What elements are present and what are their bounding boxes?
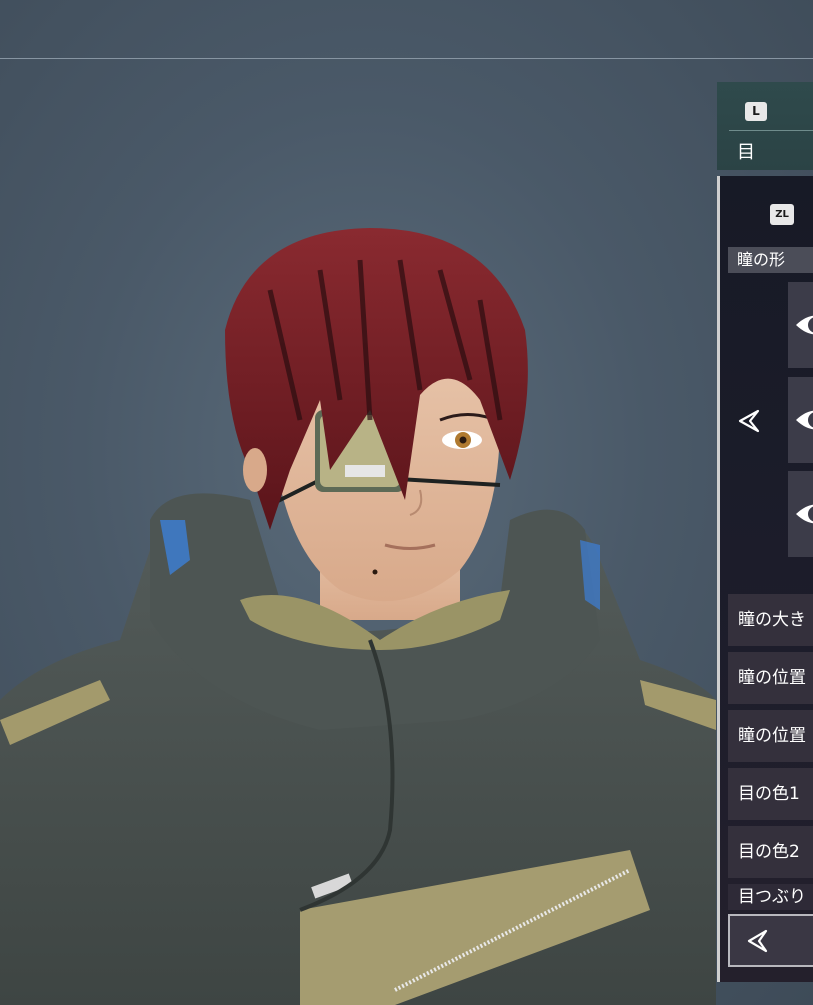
back-button[interactable] (728, 914, 813, 967)
eye-shape-icon (796, 504, 813, 524)
chevron-left-icon (747, 929, 768, 953)
header-divider (729, 130, 813, 131)
setting-eye-color-2[interactable]: 目の色2 (728, 826, 813, 878)
setting-pupil-position-1[interactable]: 瞳の位置 (728, 652, 813, 704)
character-model (0, 228, 716, 1005)
category-title: 目 (737, 142, 755, 163)
settings-panel: ZL 瞳の形 瞳の大き 瞳の位置 瞳の位置 目の色1 目の色2 目つぶり (717, 176, 813, 982)
zl-button-hint[interactable]: ZL (770, 204, 794, 225)
pupil-shape-option-3[interactable] (788, 471, 813, 557)
setting-pupil-position-2[interactable]: 瞳の位置 (728, 710, 813, 762)
section-label-pupil-shape: 瞳の形 (728, 247, 813, 273)
character-preview[interactable] (0, 0, 716, 1005)
l-button-hint[interactable]: L (745, 102, 767, 121)
prev-shape-arrow-icon[interactable] (736, 408, 762, 434)
setting-pupil-size[interactable]: 瞳の大き (728, 594, 813, 646)
setting-eye-color-1[interactable]: 目の色1 (728, 768, 813, 820)
eye-shape-icon (796, 410, 813, 430)
pupil-shape-option-2[interactable] (788, 377, 813, 463)
pupil-shape-option-1[interactable] (788, 282, 813, 368)
setting-eye-close[interactable]: 目つぶり (728, 884, 813, 910)
panel-header: L 目 (717, 82, 813, 170)
eye-shape-icon (796, 315, 813, 335)
